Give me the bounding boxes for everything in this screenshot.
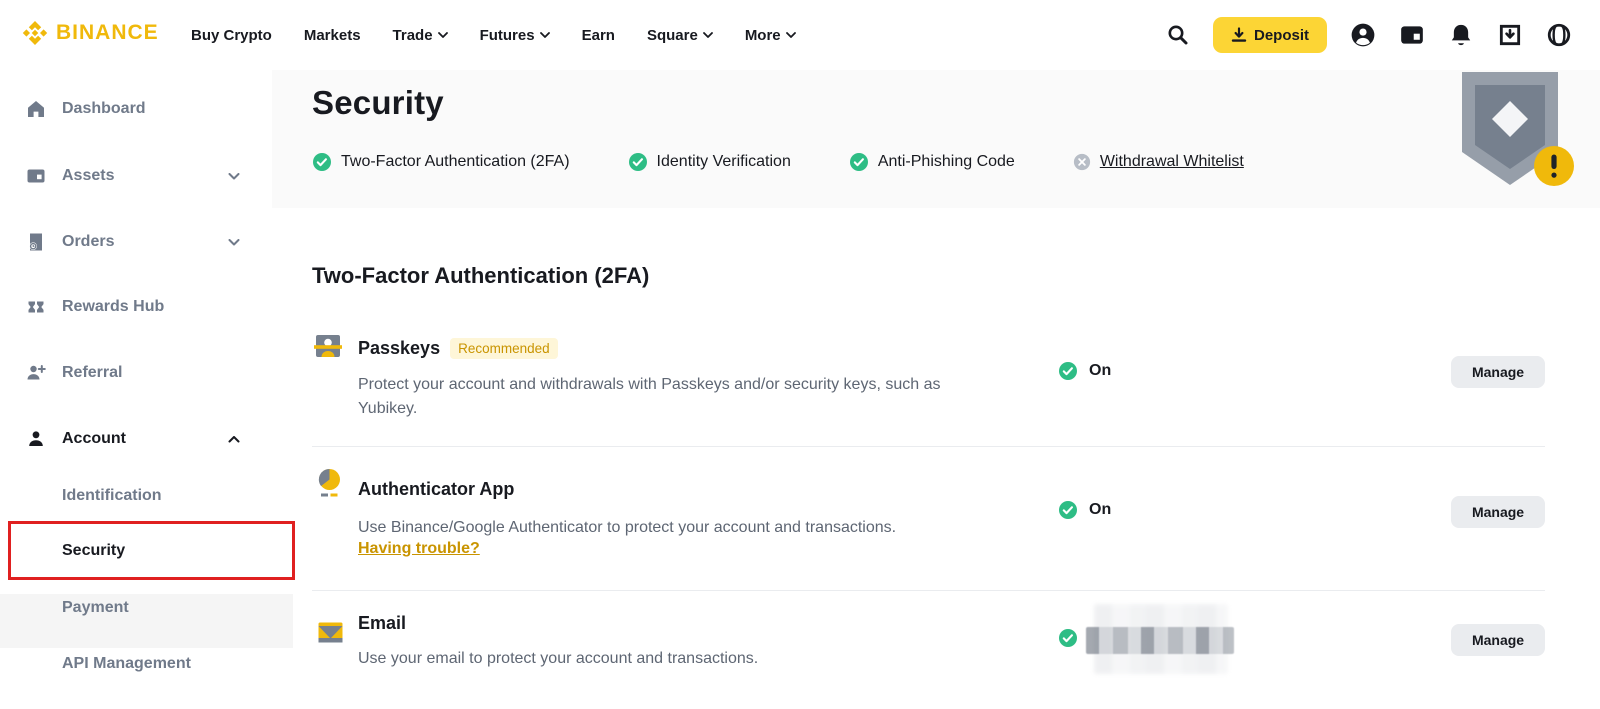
sidebar-item-payment[interactable]: Payment [0,588,272,628]
chevron-down-icon [228,172,240,179]
check-circle-icon [1059,362,1077,380]
nav-square[interactable]: Square [647,27,713,44]
email-manage-button[interactable]: Manage [1451,624,1545,656]
authenticator-manage-button[interactable]: Manage [1451,496,1545,528]
nav-more[interactable]: More [745,27,796,44]
authenticator-app-icon [317,468,342,502]
referral-icon [27,365,46,380]
email-title: Email [358,613,407,633]
authenticator-title: Authenticator App [358,479,515,499]
page-header-band: Security Two-Factor Authentication (2FA)… [272,70,1600,208]
chevron-down-icon [539,32,550,38]
desktop-download-icon[interactable] [1497,22,1523,48]
divider [312,590,1545,591]
check-circle-icon [1059,629,1077,647]
email-status [1058,628,1078,648]
language-globe-icon[interactable] [1546,22,1572,48]
divider [312,446,1545,447]
passkeys-icon [314,332,342,365]
binance-logo-icon [22,21,48,45]
deposit-button[interactable]: Deposit [1212,17,1327,53]
primary-nav: Buy Crypto Markets Trade Futures Earn Sq… [191,0,796,70]
deposit-label: Deposit [1253,26,1309,44]
deposit-download-icon [1231,27,1247,42]
wallet-icon [27,169,45,183]
navbar-right-cluster: Deposit [1166,0,1600,70]
account-icon [29,431,43,446]
check-circle-icon [628,153,647,171]
section-title-2fa: Two-Factor Authentication (2FA) [312,263,650,288]
brand-name: BINANCE [56,21,159,44]
search-icon[interactable] [1166,23,1190,47]
nav-earn[interactable]: Earn [582,27,615,44]
check-circle-icon [1059,501,1077,519]
sidebar-item-referral[interactable]: Referral [0,353,272,393]
sidebar-item-rewards-hub[interactable]: Rewards Hub [0,287,272,327]
chevron-up-icon [228,435,240,442]
authenticator-status: On [1058,500,1111,520]
chevron-down-icon [228,238,240,245]
profile-icon[interactable] [1350,22,1376,48]
passkeys-status: On [1058,361,1111,381]
page-title: Security [312,84,444,121]
passkeys-title: Passkeys Recommended [358,338,558,359]
check-circle-icon [313,153,331,171]
orders-icon [29,233,42,251]
status-identity-verification: Identity Verification [628,152,791,172]
binance-security-page: BINANCE Buy Crypto Markets Trade Futures… [0,0,1600,709]
rewards-icon [28,301,44,313]
sidebar-item-assets[interactable]: Assets [0,156,272,196]
status-anti-phishing-code: Anti-Phishing Code [849,152,1015,172]
passkeys-description: Protect your account and withdrawals wit… [358,376,941,417]
authenticator-description: Use Binance/Google Authenticator to prot… [358,519,897,536]
email-description: Use your email to protect your account a… [358,650,759,667]
email-icon [318,622,343,648]
security-shield-illustration [1458,72,1580,203]
nav-buy-crypto[interactable]: Buy Crypto [191,27,272,44]
check-circle-icon [849,153,868,171]
redacted-email [1086,627,1234,654]
sidebar-item-security[interactable]: Security [0,531,272,571]
top-navbar: BINANCE Buy Crypto Markets Trade Futures… [0,0,1600,70]
sidebar-item-account[interactable]: Account [0,419,272,459]
sidebar-item-api-management[interactable]: API Management [0,644,272,684]
home-icon [28,101,44,117]
chevron-down-icon [785,32,796,38]
nav-trade[interactable]: Trade [393,27,448,44]
main-content: Security Two-Factor Authentication (2FA)… [272,70,1600,709]
binance-logo[interactable]: BINANCE [22,20,159,46]
x-circle-icon [1073,153,1090,171]
sidebar-item-identification[interactable]: Identification [0,476,272,516]
sidebar-item-dashboard[interactable]: Dashboard [0,89,272,129]
notification-bell-icon[interactable] [1448,22,1474,48]
status-withdrawal-whitelist-link[interactable]: Withdrawal Whitelist [1073,153,1244,171]
chevron-down-icon [702,32,713,38]
nav-futures[interactable]: Futures [480,27,550,44]
recommended-badge: Recommended [450,338,558,359]
status-2fa: Two-Factor Authentication (2FA) [312,152,570,172]
wallet-icon[interactable] [1399,22,1425,48]
sidebar: Dashboard Assets Orders Rewards Hub Refe… [0,70,293,709]
nav-markets[interactable]: Markets [304,27,361,44]
sidebar-item-orders[interactable]: Orders [0,222,272,262]
passkeys-manage-button[interactable]: Manage [1451,356,1545,388]
having-trouble-link[interactable]: Having trouble? [358,540,480,558]
chevron-down-icon [437,32,448,38]
security-status-row: Two-Factor Authentication (2FA) Identity… [312,152,1244,172]
